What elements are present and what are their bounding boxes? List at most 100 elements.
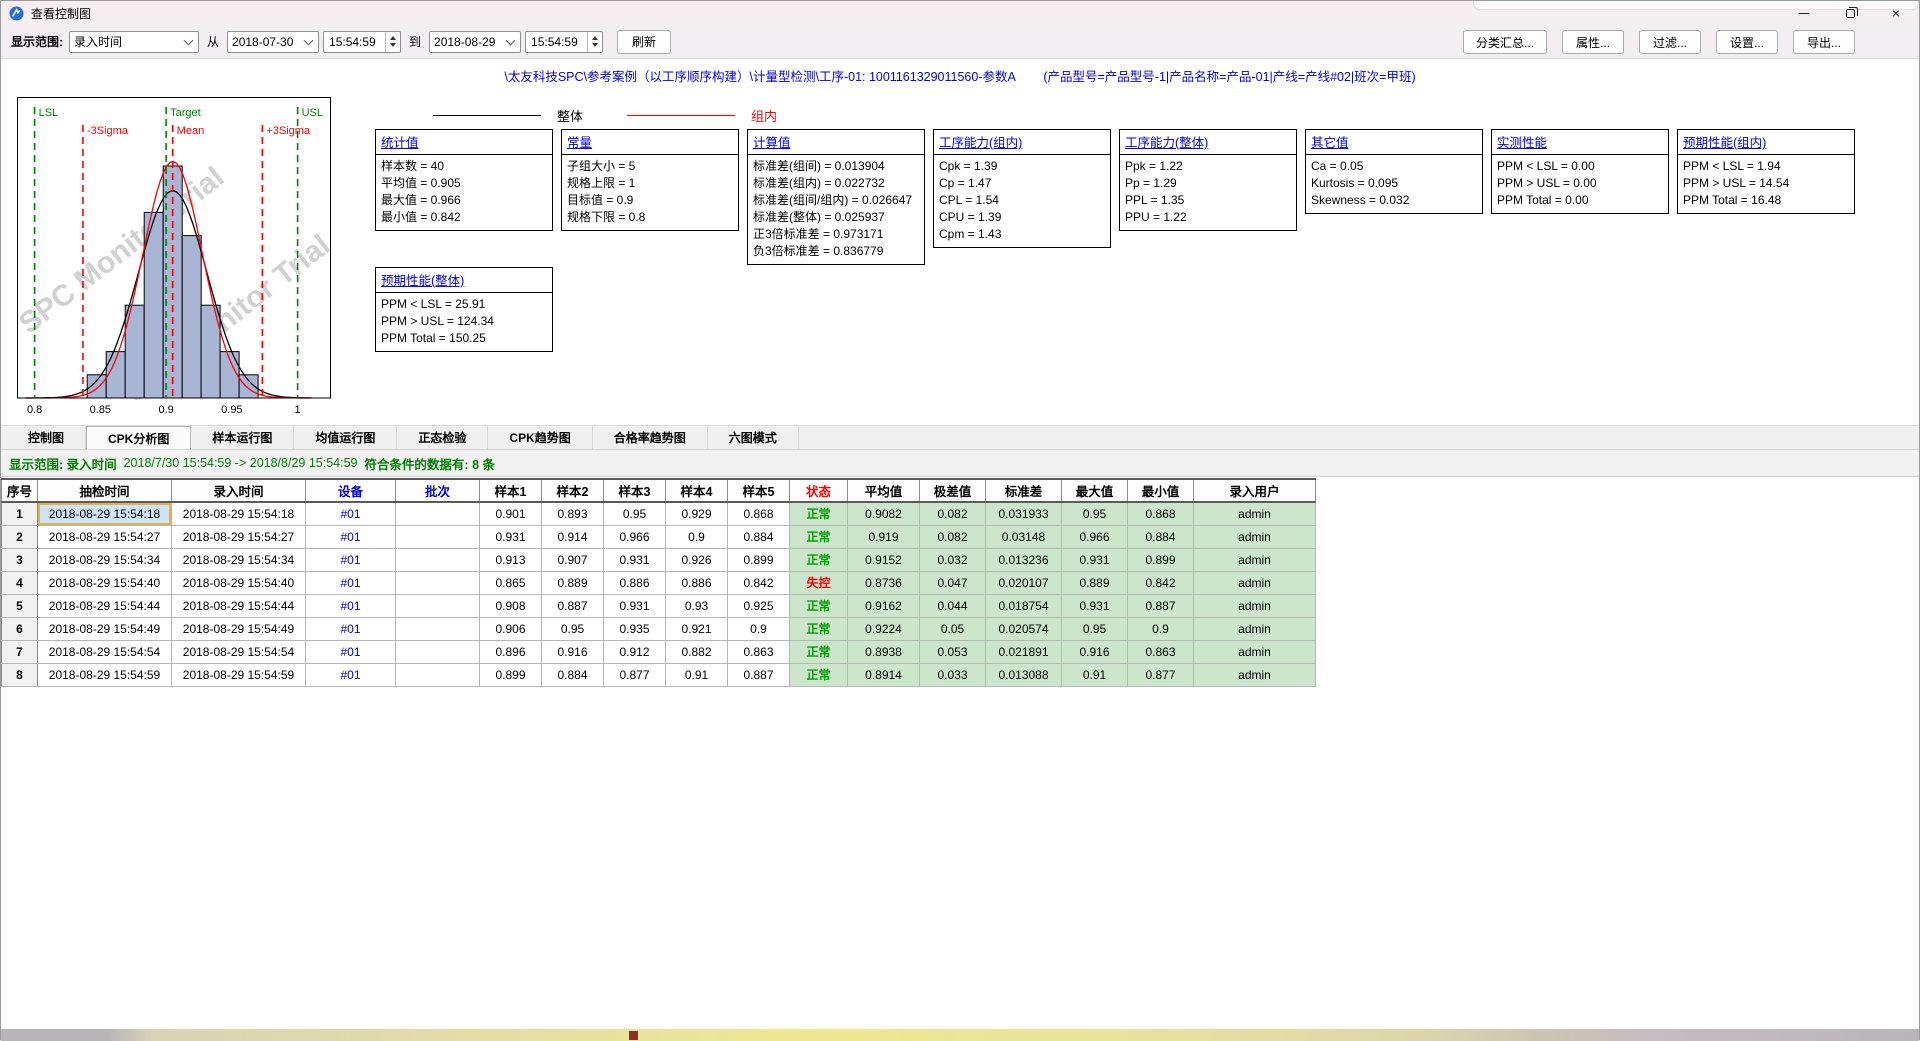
table-cell[interactable] — [396, 663, 480, 686]
tab-7[interactable]: 合格率趋势图 — [593, 426, 708, 449]
table-cell[interactable]: 3 — [2, 548, 38, 571]
table-cell[interactable]: 2018-08-29 15:54:44 — [172, 594, 306, 617]
table-cell[interactable]: 0.863 — [1128, 640, 1194, 663]
table-cell[interactable]: 0.91 — [666, 663, 728, 686]
table-cell[interactable] — [396, 594, 480, 617]
table-cell[interactable]: 0.8736 — [848, 571, 920, 594]
tab-4[interactable]: 均值运行图 — [294, 426, 397, 449]
table-cell[interactable]: 2018-08-29 15:54:18 — [172, 502, 306, 525]
table-cell[interactable]: 0.896 — [480, 640, 542, 663]
table-cell[interactable]: 2018-08-29 15:54:27 — [38, 525, 172, 548]
table-cell[interactable]: 0.05 — [920, 617, 986, 640]
table-cell[interactable]: 0.865 — [480, 571, 542, 594]
table-cell[interactable]: 0.95 — [1062, 617, 1128, 640]
table-cell[interactable]: 0.9 — [728, 617, 790, 640]
column-header[interactable]: 标准差 — [986, 479, 1062, 502]
column-header[interactable]: 平均值 — [848, 479, 920, 502]
spinner-arrows-icon[interactable] — [587, 32, 602, 52]
table-cell[interactable]: 2018-08-29 15:54:49 — [38, 617, 172, 640]
table-cell[interactable]: admin — [1194, 502, 1316, 525]
table-cell[interactable]: 0.95 — [542, 617, 604, 640]
table-cell[interactable]: 2018-08-29 15:54:44 — [38, 594, 172, 617]
table-cell[interactable]: 1 — [2, 502, 38, 525]
table-cell[interactable]: 0.031933 — [986, 502, 1062, 525]
table-cell[interactable]: 0.95 — [1062, 502, 1128, 525]
table-cell[interactable]: 0.935 — [604, 617, 666, 640]
table-cell[interactable]: 0.893 — [542, 502, 604, 525]
from-time-spinner[interactable]: 15:54:59 — [323, 31, 401, 53]
table-cell[interactable]: 0.931 — [1062, 594, 1128, 617]
table-cell[interactable]: 失控 — [790, 571, 848, 594]
toolbar-button-5[interactable]: 导出... — [1793, 30, 1855, 54]
column-header[interactable]: 状态 — [790, 479, 848, 502]
table-cell[interactable]: 2 — [2, 525, 38, 548]
table-cell[interactable] — [396, 640, 480, 663]
tab-8[interactable]: 六图模式 — [708, 426, 799, 449]
table-cell[interactable]: 4 — [2, 571, 38, 594]
tab-1[interactable]: 控制图 — [7, 426, 86, 449]
table-cell[interactable]: 0.921 — [666, 617, 728, 640]
table-cell[interactable]: 0.899 — [480, 663, 542, 686]
table-cell[interactable]: 2018-08-29 15:54:49 — [172, 617, 306, 640]
table-cell[interactable]: 0.916 — [1062, 640, 1128, 663]
table-cell[interactable]: 0.013088 — [986, 663, 1062, 686]
table-cell[interactable] — [396, 617, 480, 640]
table-cell[interactable]: 2018-08-29 15:54:54 — [172, 640, 306, 663]
table-cell[interactable]: #01 — [306, 663, 396, 686]
table-cell[interactable]: #01 — [306, 571, 396, 594]
table-cell[interactable]: 0.021891 — [986, 640, 1062, 663]
tab-5[interactable]: 正态检验 — [397, 426, 488, 449]
table-cell[interactable]: 0.908 — [480, 594, 542, 617]
table-cell[interactable]: 0.9224 — [848, 617, 920, 640]
table-cell[interactable]: 0.9152 — [848, 548, 920, 571]
close-button[interactable]: × — [1873, 1, 1919, 25]
table-cell[interactable]: 0.8914 — [848, 663, 920, 686]
table-cell[interactable]: 0.906 — [480, 617, 542, 640]
table-cell[interactable]: 0.887 — [542, 594, 604, 617]
table-cell[interactable]: 7 — [2, 640, 38, 663]
table-cell[interactable]: admin — [1194, 617, 1316, 640]
table-cell[interactable] — [396, 571, 480, 594]
table-cell[interactable]: 2018-08-29 15:54:40 — [172, 571, 306, 594]
table-cell[interactable]: 0.877 — [1128, 663, 1194, 686]
column-header[interactable]: 最小值 — [1128, 479, 1194, 502]
table-cell[interactable]: 0.013236 — [986, 548, 1062, 571]
table-cell[interactable]: 正常 — [790, 525, 848, 548]
column-header[interactable]: 录入时间 — [172, 479, 306, 502]
table-cell[interactable]: 2018-08-29 15:54:59 — [38, 663, 172, 686]
table-cell[interactable]: 0.8938 — [848, 640, 920, 663]
table-cell[interactable]: 0.889 — [542, 571, 604, 594]
column-header[interactable]: 样本1 — [480, 479, 542, 502]
table-cell[interactable]: 0.91 — [1062, 663, 1128, 686]
column-header[interactable]: 样本4 — [666, 479, 728, 502]
toolbar-button-4[interactable]: 设置... — [1716, 30, 1778, 54]
table-cell[interactable]: 0.93 — [666, 594, 728, 617]
table-cell[interactable]: 0.901 — [480, 502, 542, 525]
table-cell[interactable]: 0.842 — [1128, 571, 1194, 594]
refresh-button[interactable]: 刷新 — [617, 30, 671, 54]
column-header[interactable]: 样本3 — [604, 479, 666, 502]
range-type-select[interactable]: 录入时间 — [69, 31, 199, 53]
table-cell[interactable]: 0.082 — [920, 502, 986, 525]
toolbar-button-1[interactable]: 分类汇总... — [1463, 30, 1547, 54]
table-cell[interactable]: 0.868 — [728, 502, 790, 525]
table-cell[interactable]: 0.082 — [920, 525, 986, 548]
table-cell[interactable]: 0.882 — [666, 640, 728, 663]
table-cell[interactable]: 0.931 — [604, 594, 666, 617]
table-cell[interactable]: 0.877 — [604, 663, 666, 686]
table-cell[interactable]: 0.966 — [1062, 525, 1128, 548]
table-cell[interactable]: 正常 — [790, 617, 848, 640]
table-cell[interactable]: 正常 — [790, 640, 848, 663]
table-cell[interactable]: 0.020574 — [986, 617, 1062, 640]
minimize-button[interactable] — [1781, 1, 1827, 25]
table-cell[interactable]: admin — [1194, 548, 1316, 571]
table-cell[interactable]: 0.919 — [848, 525, 920, 548]
table-cell[interactable]: 0.929 — [666, 502, 728, 525]
table-cell[interactable]: 0.044 — [920, 594, 986, 617]
table-cell[interactable]: 0.966 — [604, 525, 666, 548]
table-cell[interactable]: 0.899 — [728, 548, 790, 571]
table-cell[interactable]: #01 — [306, 617, 396, 640]
table-cell[interactable]: 5 — [2, 594, 38, 617]
toolbar-button-3[interactable]: 过滤... — [1639, 30, 1701, 54]
tab-6[interactable]: CPK趋势图 — [488, 426, 592, 449]
